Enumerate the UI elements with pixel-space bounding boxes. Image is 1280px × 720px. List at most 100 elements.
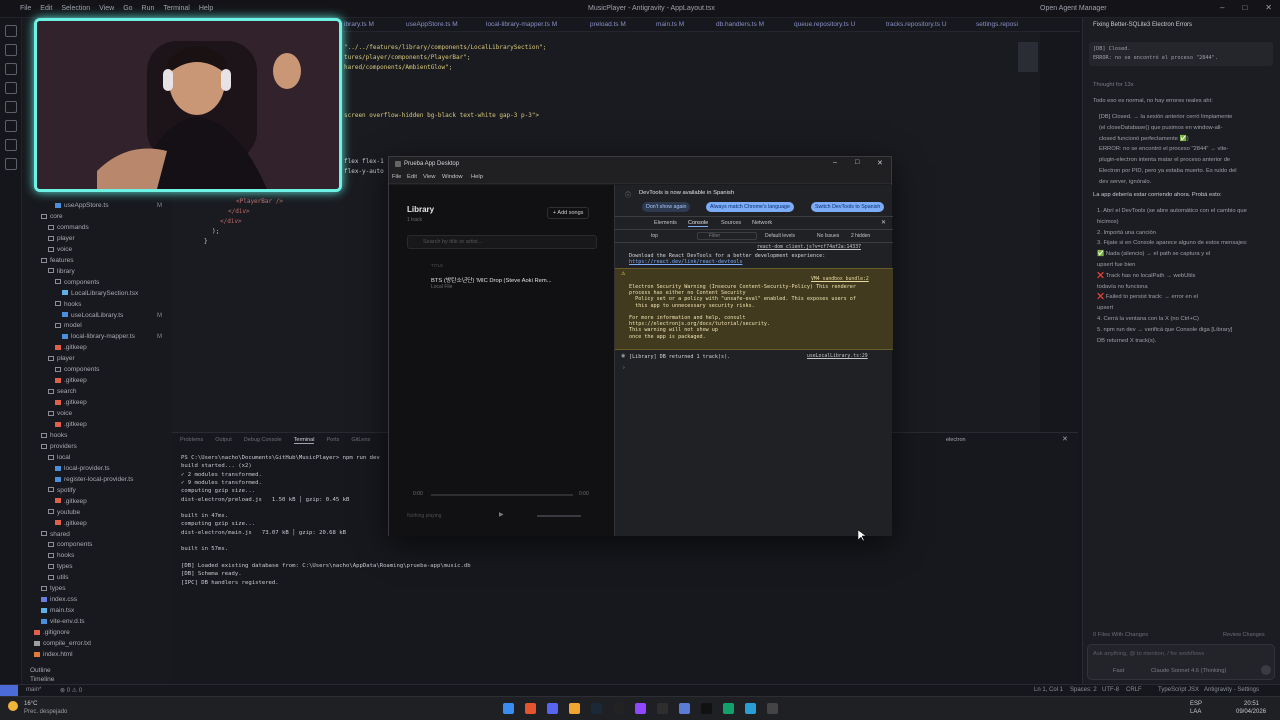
devtools-tab-network[interactable]: Network (752, 220, 772, 226)
encoding[interactable]: UTF-8 (1102, 687, 1119, 693)
play-icon[interactable]: ▶ (499, 511, 504, 518)
app-menu-file[interactable]: File (392, 174, 401, 180)
tree-file[interactable]: .gitkeep (22, 376, 87, 386)
menu-selection[interactable]: Selection (61, 5, 90, 12)
remote-icon[interactable] (5, 120, 17, 132)
line-ending[interactable]: CRLF (1126, 687, 1142, 693)
twitch-icon[interactable] (635, 703, 646, 714)
tree-file[interactable]: index.css (22, 595, 77, 605)
tree-file[interactable]: useAppStore.ts M (22, 201, 162, 211)
model-selector[interactable]: Claude Sonnet 4.6 (Thinking) (1151, 668, 1226, 674)
weather-temp[interactable]: 16°C (24, 701, 37, 707)
tree-folder[interactable]: library (22, 267, 75, 277)
app-menu-view[interactable]: View (423, 174, 435, 180)
electron-app-icon[interactable] (767, 703, 778, 714)
x-icon[interactable] (613, 703, 624, 714)
tree-folder[interactable]: spotify (22, 486, 76, 496)
problems-count[interactable]: ⊗ 0 ⚠ 0 (60, 687, 82, 694)
menu-view[interactable]: View (99, 5, 114, 12)
panel-tab-gitlens[interactable]: GitLens (351, 437, 370, 444)
steam-icon[interactable] (591, 703, 602, 714)
log-levels-dropdown[interactable]: Default levels (765, 233, 795, 239)
tree-file[interactable]: local-provider.ts (22, 464, 110, 474)
vscode-icon[interactable] (745, 703, 756, 714)
close-icon[interactable]: ✕ (1265, 3, 1272, 12)
tab-tracks-repository[interactable]: tracks.repository.ts U (886, 21, 947, 28)
source-control-icon[interactable] (5, 63, 17, 75)
testing-icon[interactable] (5, 139, 17, 151)
tree-folder[interactable]: search (22, 387, 77, 397)
app-menu-window[interactable]: Window (442, 174, 463, 180)
minimize-icon[interactable]: – (1220, 3, 1224, 12)
terminal-icon[interactable] (657, 703, 668, 714)
chat-input-box[interactable] (1087, 644, 1275, 680)
add-songs-button[interactable]: + Add songs (547, 207, 590, 219)
tree-folder[interactable]: providers (22, 442, 77, 452)
git-branch[interactable]: main* (26, 687, 41, 693)
tab-settings-repository[interactable]: settings.reposi (976, 21, 1018, 28)
tab-useappstore[interactable]: useAppStore.ts M (406, 21, 458, 28)
tree-folder[interactable]: model (22, 321, 82, 331)
minimize-icon[interactable]: – (833, 159, 837, 166)
tree-folder[interactable]: hooks (22, 551, 74, 561)
folder-icon[interactable] (569, 703, 580, 714)
tab-main[interactable]: main.ts M (656, 21, 684, 28)
panel-tab-ports[interactable]: Ports (326, 437, 339, 444)
explorer-icon[interactable] (5, 25, 17, 37)
weather-desc[interactable]: Prec. despejado (24, 709, 67, 715)
clock-date[interactable]: 09/04/2026 (1236, 709, 1266, 715)
always-match-language-button[interactable]: Always match Chrome's language (706, 202, 794, 212)
tree-folder[interactable]: core (22, 212, 63, 222)
issues-indicator[interactable]: No Issues (817, 233, 839, 239)
devtools-tab-sources[interactable]: Sources (721, 220, 741, 226)
tree-file[interactable]: main.tsx (22, 606, 74, 616)
panel-tab-output[interactable]: Output (215, 437, 232, 444)
language-mode[interactable]: TypeScript JSX (1158, 687, 1199, 693)
send-icon[interactable] (1261, 665, 1271, 675)
tree-folder[interactable]: player (22, 354, 75, 364)
tree-folder[interactable]: commands (22, 223, 89, 233)
tree-folder[interactable]: components (22, 278, 99, 288)
tree-folder[interactable]: types (22, 562, 73, 572)
progress-bar[interactable] (431, 494, 573, 496)
tree-folder[interactable]: hooks (22, 300, 81, 310)
close-icon[interactable]: ✕ (877, 159, 883, 167)
tab-preload[interactable]: preload.ts M (590, 21, 626, 28)
panel-tab-problems[interactable]: Problems (180, 437, 203, 444)
tree-folder[interactable]: player (22, 234, 75, 244)
tab-queue-repository[interactable]: queue.repository.ts U (794, 21, 855, 28)
devtools-tab-console[interactable]: Console (688, 220, 709, 227)
console-filter-input[interactable] (697, 232, 757, 240)
tree-folder[interactable]: youtube (22, 508, 80, 518)
tree-folder[interactable]: local (22, 453, 70, 463)
tree-file[interactable]: useLocalLibrary.ts M (22, 311, 162, 321)
maximize-icon[interactable]: □ (1242, 3, 1247, 12)
settings-status[interactable]: Antigravity - Settings (1204, 687, 1259, 693)
remote-indicator[interactable] (0, 685, 18, 696)
menu-help[interactable]: Help (199, 5, 213, 12)
tree-folder[interactable]: shared (22, 530, 70, 540)
tree-folder[interactable]: voice (22, 409, 72, 419)
tab-library[interactable]: ibrary.ts M (344, 21, 374, 28)
close-icon[interactable]: ✕ (881, 219, 886, 226)
keyboard-layout[interactable]: LAA (1190, 709, 1201, 715)
run-debug-icon[interactable] (5, 82, 17, 94)
brave-icon[interactable] (525, 703, 536, 714)
close-panel-icon[interactable]: ✕ (1062, 435, 1068, 443)
terminal-instance-label[interactable]: electron (946, 437, 966, 443)
tree-file[interactable]: .gitkeep (22, 497, 87, 507)
tree-file[interactable]: register-local-provider.ts (22, 475, 133, 485)
tree-file[interactable]: .gitkeep (22, 519, 87, 529)
console-source-link[interactable]: useLocalLibrary.ts:29 (807, 354, 868, 359)
tree-file[interactable]: local-library-mapper.ts M (22, 332, 162, 342)
minimap[interactable] (1018, 42, 1038, 72)
console-prompt[interactable]: › (623, 365, 625, 371)
start-icon[interactable] (503, 703, 514, 714)
notion-icon[interactable] (701, 703, 712, 714)
devtools-tab-elements[interactable]: Elements (654, 220, 677, 226)
tree-file[interactable]: .gitkeep (22, 343, 87, 353)
tab-local-library-mapper[interactable]: local-library-mapper.ts M (486, 21, 557, 28)
tree-file[interactable]: LocalLibrarySection.tsx (22, 289, 138, 299)
search-icon[interactable] (5, 44, 17, 56)
tree-file[interactable]: index.html (22, 650, 73, 660)
